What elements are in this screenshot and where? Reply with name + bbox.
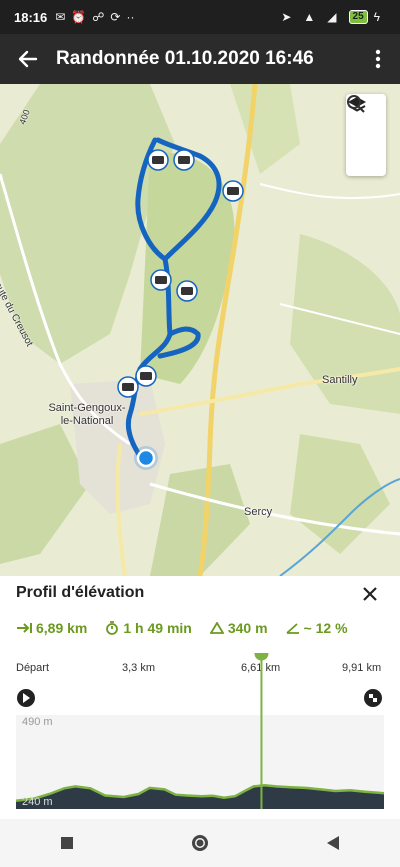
recents-icon: [60, 837, 73, 849]
app-bar: Randonnée 01.10.2020 16:46: [0, 34, 400, 84]
back-arrow-icon: [18, 50, 38, 68]
photo-marker-3[interactable]: [222, 180, 244, 202]
current-location-marker: [134, 446, 158, 470]
ascent-value: 340 m: [227, 620, 268, 636]
slope-value: ~ 12 %: [303, 620, 348, 636]
position-cursor-handle[interactable]: [254, 653, 269, 661]
signal-icon: ▲: [303, 10, 316, 24]
map-controls: [346, 94, 386, 176]
charging-icon: ϟ: [373, 10, 380, 24]
photo-marker-1[interactable]: [147, 149, 169, 171]
more-options-button[interactable]: [356, 34, 400, 84]
panel-title: Profil d'élévation: [16, 584, 145, 601]
distance-icon: [17, 623, 32, 633]
close-icon: [363, 587, 377, 601]
stat-duration: 1 h 49 min: [105, 620, 192, 636]
photo-marker-4[interactable]: [150, 269, 172, 291]
photo-marker-2[interactable]: [173, 149, 195, 171]
page-title: Randonnée 01.10.2020 16:46: [56, 48, 314, 69]
stopwatch-icon: [106, 621, 119, 635]
status-time: 18:16: [14, 9, 48, 25]
stat-distance: 6,89 km: [16, 620, 87, 636]
finish-flag-icon[interactable]: [364, 689, 382, 707]
map-canvas: [0, 84, 400, 576]
sync-icon: ⟳: [110, 10, 121, 24]
photo-marker-7[interactable]: [117, 376, 139, 398]
more-vert-icon: [375, 49, 381, 69]
search-icon: [347, 95, 365, 113]
photo-marker-5[interactable]: [176, 280, 198, 302]
elevation-chart[interactable]: 490 m 240 m: [0, 653, 400, 819]
village-sercy-label: Sercy: [244, 506, 273, 518]
system-nav-bar: [0, 819, 400, 867]
photo-marker-6[interactable]: [135, 365, 157, 387]
location-icon: ➤: [281, 10, 292, 24]
alarm-icon: ⏰: [71, 10, 87, 24]
dots-icon: ··: [126, 10, 135, 24]
search-button[interactable]: [346, 95, 386, 176]
distance-value: 6,89 km: [36, 620, 88, 636]
duration-value: 1 h 49 min: [123, 620, 192, 636]
stats-row: 6,89 km 1 h 49 min 340 m ~ 12 %: [16, 620, 348, 636]
y-label-top: 490 m: [22, 716, 53, 728]
elevation-profile-panel: Profil d'élévation 6,89 km 1 h 49 min 34…: [0, 576, 400, 819]
wifi-icon: ◢: [327, 10, 337, 24]
back-nav-button[interactable]: [313, 823, 353, 863]
town-label: Saint-Gengoux-le-National: [48, 402, 126, 427]
village-santilly-label: Santilly: [322, 374, 358, 386]
stat-ascent: 340 m: [209, 620, 268, 636]
stat-slope: ~ 12 %: [285, 620, 348, 636]
home-button[interactable]: [180, 823, 220, 863]
home-icon: [191, 835, 208, 851]
mail-icon: ✉: [55, 10, 66, 24]
status-bar: 18:16 ✉ ⏰ ☍ ⟳ ·· ➤ ▲ ◢ 25 ϟ: [0, 0, 400, 34]
map-view[interactable]: 400 Route du Creusot Saint-Gengoux-le-Na…: [0, 84, 400, 576]
y-label-bottom: 240 m: [22, 796, 53, 808]
ascent-icon: [209, 622, 224, 634]
back-triangle-icon: [327, 836, 340, 850]
battery-icon: 25: [348, 10, 368, 24]
voicemail-icon: ☍: [92, 10, 105, 24]
recents-button[interactable]: [47, 823, 87, 863]
close-button[interactable]: [358, 582, 382, 606]
start-flag-icon[interactable]: [17, 689, 35, 707]
slope-icon: [285, 623, 299, 634]
back-button[interactable]: [0, 34, 56, 84]
